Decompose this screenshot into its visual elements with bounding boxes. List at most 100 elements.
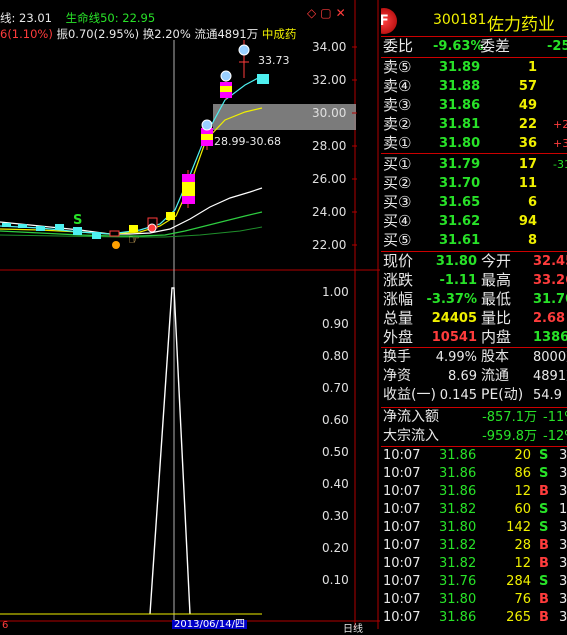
tick-price: 31.86 [439, 466, 477, 481]
quote-label: 最低 [481, 290, 512, 308]
ball-marker [112, 241, 120, 249]
tick-time: 10:07 [383, 538, 421, 553]
buy-label: 买① [383, 155, 412, 173]
buy-row[interactable]: 买⑤ 31.61 8 [383, 231, 567, 250]
sell-row[interactable]: 卖① 31.80 36 +30 [383, 134, 567, 153]
tick-row: 10:07 31.86 265 B 3 [383, 608, 567, 627]
indicator-tick: 0.90 [322, 317, 349, 331]
tick-side: B [539, 610, 549, 625]
buy-volume: 17 [518, 157, 537, 172]
tick-row: 10:07 31.82 60 S 10 [383, 500, 567, 519]
indicator-tick: 0.20 [322, 541, 349, 555]
buy-volume: 94 [518, 214, 537, 229]
period-label[interactable]: 日线 [343, 620, 363, 635]
flow-label: 大宗流入 [383, 428, 439, 444]
tick-side: B [539, 484, 549, 499]
sell-volume: 49 [518, 98, 537, 113]
tick-time: 10:07 [383, 574, 421, 589]
fund-label: 收益(一) [383, 387, 436, 403]
sell-row[interactable]: 卖② 31.81 22 +22 [383, 115, 567, 134]
tick-time: 10:07 [383, 610, 421, 625]
tick-side: S [539, 574, 549, 589]
buy-price: 31.65 [439, 195, 481, 210]
top-info-line2: 6(1.10%) 振0.70(2.95%) 换2.20% 流通4891万 中成药 [0, 27, 297, 41]
buy-row[interactable]: 买② 31.70 11 [383, 174, 567, 193]
sell-label: 卖② [383, 115, 412, 133]
tick-time: 10:07 [383, 556, 421, 571]
buy-label: 买④ [383, 212, 412, 230]
quote-value: 32.45 [533, 254, 567, 269]
sell-price: 31.88 [439, 79, 481, 94]
fund-value: 4.99% [435, 350, 477, 365]
tick-row: 10:07 31.86 86 S 3 [383, 464, 567, 483]
sell-change: +22 [553, 118, 567, 131]
buy-row[interactable]: 买③ 31.65 6 [383, 193, 567, 212]
kline-chart-panel[interactable]: S ☞ 33.73 28.99-30.68 34.00 32.00 30.00 28.… [0, 0, 380, 635]
tick-row: 10:07 31.86 20 S 3 [383, 446, 567, 465]
price-tick: 28.00 [312, 139, 346, 153]
fund-value: 8.69 [448, 369, 477, 384]
buy-row[interactable]: 买① 31.79 17 -31 [383, 155, 567, 174]
quote-value: -1.11 [439, 273, 477, 288]
tick-volume: 284 [506, 574, 531, 589]
sell-volume: 1 [527, 60, 537, 75]
price-tick: 22.00 [312, 238, 346, 252]
tick-volume: 86 [514, 466, 531, 481]
tick-side: B [539, 538, 549, 553]
buy-label: 买② [383, 174, 412, 192]
price-tick: 30.00 [312, 106, 346, 120]
quote-label: 外盘 [383, 328, 414, 346]
buy-volume: 11 [518, 176, 537, 191]
fundamental-row: 收益(一) 0.145 PE(动) 54.9 [383, 386, 567, 405]
kline-chart-svg[interactable]: S ☞ 33.73 28.99-30.68 34.00 32.00 30.00 28.… [0, 0, 380, 629]
quote-value: 13864 [533, 330, 567, 345]
tick-volume: 12 [514, 556, 531, 571]
fundamental-row: 换手 4.99% 股本 8000万 [383, 348, 567, 367]
sell-change: +30 [553, 137, 567, 150]
quote-value: 24405 [431, 311, 477, 326]
indicator-tick: 0.60 [322, 413, 349, 427]
flag-icon[interactable]: F [381, 8, 397, 34]
fund-value: 4891万 [533, 369, 567, 384]
tick-extra: 3 [559, 592, 567, 607]
hand-icon: ☞ [128, 233, 140, 248]
sell-row[interactable]: 卖⑤ 31.89 1 [383, 58, 567, 77]
flow-value: -959.8万 [482, 429, 537, 444]
tick-time: 10:07 [383, 466, 421, 481]
fund-value: 0.145 [439, 388, 477, 403]
buy-price: 31.70 [439, 176, 481, 191]
buy-label: 买⑤ [383, 231, 412, 249]
price-tick: 32.00 [312, 73, 346, 87]
buy-price: 31.79 [439, 157, 481, 172]
fund-label: 流通 [481, 368, 509, 384]
tick-price: 31.82 [439, 556, 477, 571]
ball-marker [238, 44, 250, 56]
ball-marker [220, 70, 232, 82]
buy-row[interactable]: 买④ 31.62 94 [383, 212, 567, 231]
flow-row: 净流入额 -857.1万 -11% [383, 408, 567, 427]
quote-value: 10541 [431, 330, 477, 345]
fund-label: 股本 [481, 349, 509, 365]
flow-pct: -11% [543, 410, 567, 425]
price-axis: 34.00 32.00 30.00 28.00 26.00 24.00 22.00 [312, 40, 357, 252]
sell-row[interactable]: 卖④ 31.88 57 [383, 77, 567, 96]
buy-price: 31.62 [439, 214, 481, 229]
price-tick: 24.00 [312, 205, 346, 219]
tick-extra: 3 [559, 610, 567, 625]
window-icons[interactable]: ◇▢✕ [307, 6, 350, 20]
buy-label: 买③ [383, 193, 412, 211]
quote-label: 最高 [481, 271, 512, 289]
flow-row: 大宗流入 -959.8万 -12% [383, 427, 567, 446]
tick-row: 10:07 31.80 76 B 3 [383, 590, 567, 609]
concept-label: 中成药 [261, 27, 297, 41]
tick-extra: 3 [559, 538, 567, 553]
quote-label: 涨幅 [383, 290, 414, 308]
fund-value: 8000万 [533, 350, 567, 365]
sell-price: 31.81 [439, 117, 481, 132]
tick-side: S [539, 502, 549, 517]
price-tick: 26.00 [312, 172, 346, 186]
sell-row[interactable]: 卖③ 31.86 49 [383, 96, 567, 115]
quote-panel: F 300181 佐力药业 委比 -9.63% 委差 -25 卖⑤ 31.89 1 卖… [381, 0, 567, 629]
stock-code: 300181 [433, 12, 487, 28]
tick-time: 10:07 [383, 502, 421, 517]
